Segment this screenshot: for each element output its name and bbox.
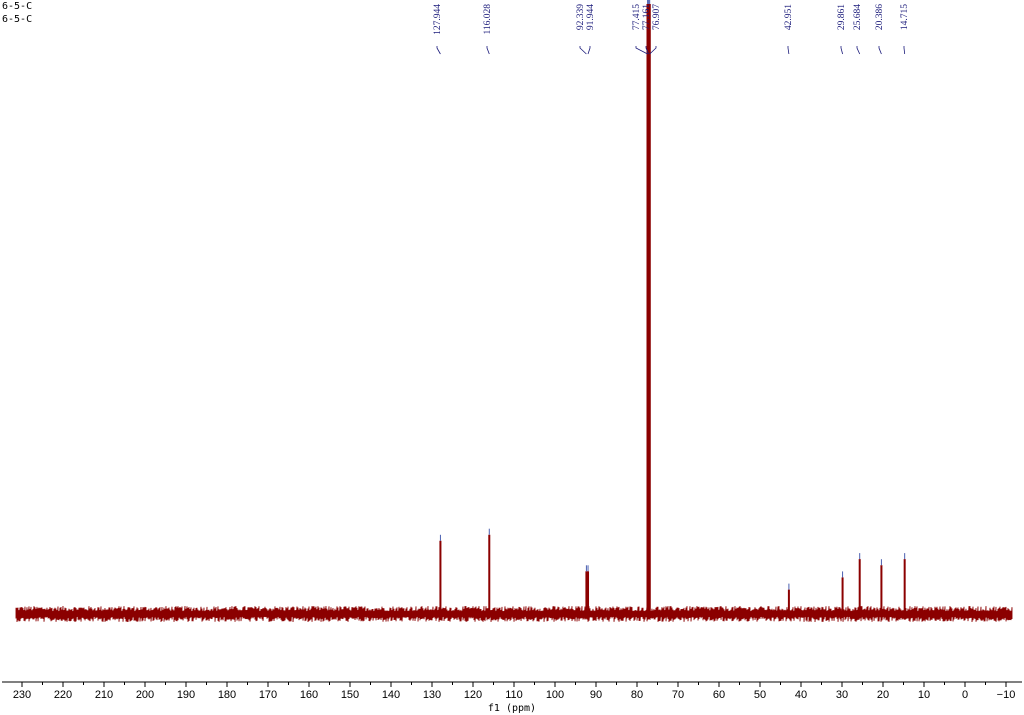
peak-leader-line: [903, 46, 906, 55]
peak-label: 116.028: [483, 4, 493, 35]
peak-leader-line: [787, 46, 790, 55]
peak-leader-line: [579, 46, 587, 55]
x-tick-label: 10: [918, 689, 930, 701]
x-tick-label: 150: [341, 689, 359, 701]
x-tick-label: 210: [95, 689, 113, 701]
peak-leader-line: [856, 46, 861, 55]
x-tick-label: 80: [631, 689, 643, 701]
x-tick-label: 180: [218, 689, 236, 701]
peak-leader-line: [840, 46, 843, 55]
x-tick-label: 30: [836, 689, 848, 701]
peak-label: 14.715: [900, 4, 910, 30]
x-tick-label: 120: [464, 689, 482, 701]
x-tick-label: 110: [505, 689, 523, 701]
peak-label: 77.415: [632, 4, 642, 30]
x-tick-label: 130: [423, 689, 441, 701]
x-tick-label: 40: [795, 689, 807, 701]
x-tick-label: 70: [672, 689, 684, 701]
x-tick-label: 140: [382, 689, 400, 701]
x-tick-label: 50: [754, 689, 766, 701]
x-tick-label: 170: [259, 689, 277, 701]
peak-label: 29.861: [837, 4, 847, 30]
spectrum-trace-layer: [15, 0, 1013, 623]
x-tick-label: 60: [713, 689, 725, 701]
x-tick-label: 160: [300, 689, 318, 701]
peak-label: 91.944: [586, 4, 596, 30]
x-axis-title: f1 (ppm): [488, 703, 536, 714]
peak-leader-line: [486, 46, 490, 55]
peak-leader-line: [878, 46, 882, 55]
x-tick-label: 90: [590, 689, 602, 701]
x-tick-label: 0: [962, 689, 968, 701]
peak-label: 92.339: [576, 4, 586, 30]
peak-leader-line: [587, 46, 591, 55]
x-tick-label: 100: [546, 689, 564, 701]
peak-label: 127.944: [433, 4, 443, 35]
peak-label: 20.386: [875, 4, 885, 30]
peak-label: 42.951: [784, 4, 794, 30]
x-tick-label: −10: [997, 689, 1016, 701]
peak-label: 77.161: [642, 4, 652, 30]
x-axis: 230 220 210 200 190 180 170 160 150 140 130 120 110 1…: [2, 681, 1022, 701]
peak-leader-line: [436, 46, 441, 55]
peak-label: 76.907: [652, 4, 662, 30]
x-tick-label: 190: [177, 689, 195, 701]
x-tick-label: 200: [136, 689, 154, 701]
nmr-spectrum-chart: 127.944 116.028 92.339 91.944 77.415 77.161 76…: [2, 0, 1022, 714]
peak-label: 25.684: [853, 4, 863, 30]
x-tick-label: 20: [877, 689, 889, 701]
x-tick-label: 220: [54, 689, 72, 701]
x-tick-label: 230: [13, 689, 31, 701]
baseline-noise-trace: [15, 605, 1013, 623]
peak-label-layer: 127.944 116.028 92.339 91.944 77.415 77.161 76…: [433, 4, 910, 55]
